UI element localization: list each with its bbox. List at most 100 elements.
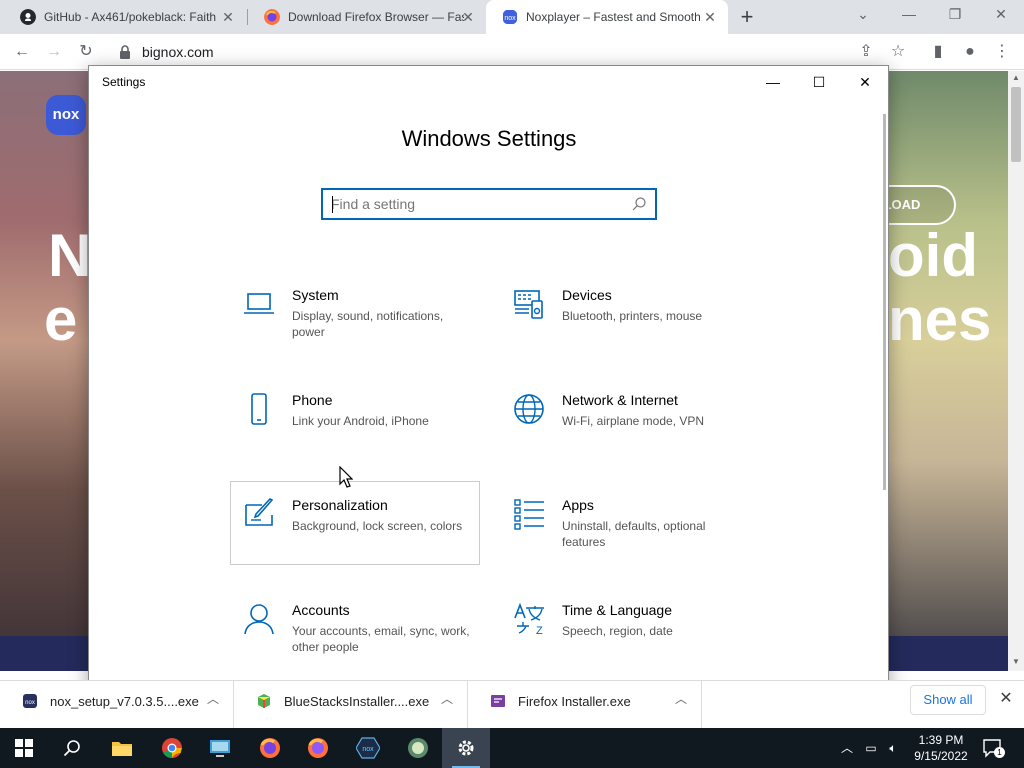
maximize-icon[interactable]: ☐: [796, 66, 842, 98]
reload-icon[interactable]: ↻: [74, 40, 98, 64]
hero-artwork-left: [0, 71, 100, 671]
person-icon: [244, 604, 274, 635]
taskbar-firefox-installer[interactable]: [246, 728, 294, 768]
clock-date: 9/15/2022: [914, 749, 968, 763]
page-scrollbar[interactable]: ▲ ▼: [1008, 71, 1024, 671]
menu-icon[interactable]: ⋮: [990, 40, 1014, 64]
windows-logo-icon: [15, 739, 33, 757]
chevron-up-icon[interactable]: ︿: [838, 739, 856, 757]
window-titlebar[interactable]: Settings — ☐ ✕: [89, 66, 888, 98]
tab-search-icon[interactable]: ⌄: [840, 0, 886, 30]
svg-text:Z: Z: [536, 625, 543, 636]
minimize-icon[interactable]: —: [750, 66, 796, 98]
category-network-internet[interactable]: Network & Internet Wi-Fi, airplane mode,…: [500, 386, 750, 470]
bookmark-star-icon[interactable]: ☆: [886, 40, 910, 64]
hero-heading-fragment: oid: [888, 222, 978, 289]
taskbar-file-explorer[interactable]: [98, 728, 146, 768]
taskbar-firefox[interactable]: [294, 728, 342, 768]
forward-icon[interactable]: →: [42, 40, 66, 64]
taskbar-app[interactable]: [394, 728, 442, 768]
start-button[interactable]: [0, 728, 48, 768]
hero-artwork-right: [880, 71, 1008, 671]
scroll-up-icon[interactable]: ▲: [1008, 71, 1024, 85]
settings-window: Settings — ☐ ✕ Windows Settings System D…: [88, 65, 889, 698]
close-window-icon[interactable]: ✕: [978, 0, 1024, 30]
close-icon[interactable]: ✕: [220, 9, 236, 25]
new-tab-button[interactable]: +: [736, 6, 758, 29]
category-name: Apps: [562, 497, 594, 513]
system-clock[interactable]: 1:39 PM 9/15/2022: [904, 732, 978, 764]
profile-icon[interactable]: ●: [958, 40, 982, 64]
category-description: Your accounts, email, sync, work, other …: [292, 624, 470, 654]
globe-app-icon: [408, 738, 428, 758]
monitor-app-icon: [210, 740, 230, 757]
taskbar-app[interactable]: [196, 728, 244, 768]
scroll-down-icon[interactable]: ▼: [1008, 655, 1024, 669]
hero-heading-fragment: N: [48, 222, 92, 289]
category-description: Uninstall, defaults, optional features: [562, 519, 706, 549]
taskbar-search-button[interactable]: [48, 728, 96, 768]
firefox-icon: [264, 9, 280, 25]
network-icon[interactable]: ▭: [862, 739, 880, 757]
tab-noxplayer[interactable]: nox Noxplayer – Fastest and Smooth ✕: [486, 0, 728, 34]
search-box[interactable]: [321, 188, 657, 220]
category-description: Speech, region, date: [562, 624, 673, 638]
browser-tab-strip: GitHub - Ax461/pokeblack: Faith ✕ Downlo…: [0, 0, 1024, 34]
taskbar-nox[interactable]: nox: [344, 728, 392, 768]
nox-logo[interactable]: nox: [46, 95, 86, 135]
side-panel-icon[interactable]: ▮: [926, 40, 950, 64]
restore-icon[interactable]: ❐: [932, 0, 978, 30]
settings-scrollbar[interactable]: [883, 114, 886, 490]
back-icon[interactable]: ←: [10, 40, 34, 64]
download-item[interactable]: BlueStacksInstaller....exe ︿: [234, 681, 468, 729]
firefox-installer-icon: [491, 695, 505, 707]
search-input[interactable]: [331, 194, 621, 214]
scrollbar-thumb[interactable]: [1011, 87, 1021, 162]
download-filename: BlueStacksInstaller....exe: [284, 694, 430, 709]
svg-text:nox: nox: [504, 15, 516, 22]
chrome-icon: [162, 738, 182, 759]
close-icon[interactable]: ✕: [996, 689, 1016, 709]
address-bar[interactable]: bignox.com: [108, 39, 928, 65]
tab-title: Noxplayer – Fastest and Smooth: [526, 10, 701, 24]
category-system[interactable]: System Display, sound, notifications, po…: [230, 281, 480, 365]
category-time-language[interactable]: Z Time & Language Speech, region, date: [500, 596, 750, 680]
category-name: Time & Language: [562, 602, 672, 618]
share-icon[interactable]: ⇪: [854, 40, 878, 64]
category-name: Personalization: [292, 497, 388, 513]
category-personalization[interactable]: Personalization Background, lock screen,…: [230, 481, 480, 565]
svg-text:nox: nox: [362, 746, 374, 753]
firefox-icon: [260, 738, 280, 758]
tab-github[interactable]: GitHub - Ax461/pokeblack: Faith ✕: [4, 0, 246, 34]
close-icon[interactable]: ✕: [702, 9, 718, 25]
chevron-up-icon[interactable]: ︿: [438, 690, 456, 708]
chevron-up-icon[interactable]: ︿: [204, 690, 222, 708]
category-description: Display, sound, notifications, power: [292, 309, 444, 339]
category-name: Devices: [562, 287, 612, 303]
taskbar-settings[interactable]: [442, 728, 490, 768]
folder-icon: [112, 742, 132, 756]
download-item[interactable]: nox nox_setup_v7.0.3.5....exe ︿: [0, 681, 234, 729]
category-name: System: [292, 287, 339, 303]
chevron-up-icon[interactable]: ︿: [672, 690, 690, 708]
search-icon: [632, 197, 646, 211]
volume-icon[interactable]: 🔈︎: [884, 739, 902, 757]
category-description: Wi-Fi, airplane mode, VPN: [562, 414, 705, 428]
category-devices[interactable]: Devices Bluetooth, printers, mouse: [500, 281, 750, 365]
close-icon[interactable]: ✕: [460, 9, 476, 25]
close-icon[interactable]: ✕: [842, 66, 888, 98]
notification-center-button[interactable]: 1: [982, 738, 1005, 758]
show-all-button[interactable]: Show all: [910, 685, 986, 715]
nox-icon: nox: [503, 10, 517, 24]
category-description: Bluetooth, printers, mouse: [562, 309, 703, 323]
taskbar-chrome[interactable]: [148, 728, 196, 768]
category-description: Background, lock screen, colors: [292, 519, 463, 533]
category-phone[interactable]: Phone Link your Android, iPhone: [230, 386, 480, 470]
category-name: Accounts: [292, 602, 350, 618]
minimize-icon[interactable]: —: [886, 0, 932, 30]
tab-firefox[interactable]: Download Firefox Browser — Fas ✕: [248, 0, 486, 34]
category-accounts[interactable]: Accounts Your accounts, email, sync, wor…: [230, 596, 480, 680]
svg-text:nox: nox: [25, 700, 35, 706]
category-apps[interactable]: Apps Uninstall, defaults, optional featu…: [500, 491, 750, 575]
download-item[interactable]: Firefox Installer.exe ︿: [468, 681, 702, 729]
